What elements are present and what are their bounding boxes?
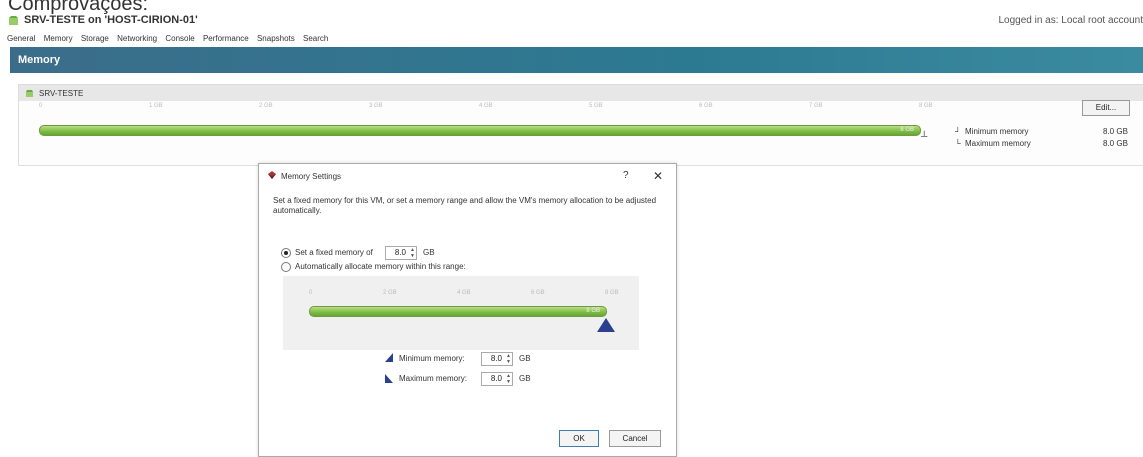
memory-scale-tick-7: 7 GB: [809, 103, 823, 109]
auto-memory-label: Automatically allocate memory within thi…: [295, 262, 466, 271]
memory-settings-icon: [268, 171, 276, 179]
spinner-arrows-icon[interactable]: ▲ ▼: [410, 247, 415, 259]
dialog-title: Memory Settings: [281, 172, 342, 181]
tab-storage[interactable]: Storage: [81, 34, 109, 43]
max-memory-label: Maximum memory:: [399, 374, 468, 383]
min-memory-legend-value: 8.0 GB: [1103, 127, 1128, 136]
memory-scale-tick-0: 0: [39, 103, 43, 109]
edit-button[interactable]: Edit...: [1082, 100, 1130, 116]
memory-scale-tick-1: 1 GB: [149, 103, 163, 109]
min-memory-legend-label: Minimum memory: [965, 127, 1029, 136]
memory-settings-dialog: Memory Settings ? ✕ Set a fixed memory f…: [258, 163, 677, 457]
memory-scale-tick-4: 4 GB: [479, 103, 493, 109]
vm-name: SRV-TESTE: [39, 89, 84, 98]
range-scale-tick-3: 6 GB: [531, 290, 545, 296]
tab-search[interactable]: Search: [303, 34, 328, 43]
memory-usage-bar: 8 GB: [39, 125, 921, 136]
memory-bar-label: 8 GB: [900, 127, 914, 133]
memory-scale-tick-2: 2 GB: [259, 103, 273, 109]
range-max-slider-icon[interactable]: [597, 318, 615, 332]
logged-in-status: Logged in as: Local root account: [998, 15, 1143, 26]
range-scale-tick-4: 8 GB: [605, 290, 619, 296]
max-memory-value: 8.0: [490, 374, 502, 383]
min-memory-label: Minimum memory:: [399, 354, 465, 363]
min-memory-legend-icon: ┘: [955, 127, 961, 136]
min-memory-spinner[interactable]: 8.0 ▲ ▼: [481, 352, 513, 366]
fixed-memory-value: 8.0: [394, 248, 406, 257]
max-memory-spinner[interactable]: 8.0 ▲ ▼: [481, 372, 513, 386]
max-memory-legend-icon: └: [955, 139, 961, 148]
window-title: SRV-TESTE on 'HOST-CIRION-01': [24, 14, 198, 26]
max-memory-unit: GB: [519, 374, 531, 383]
memory-section-title: Memory: [18, 54, 61, 66]
max-memory-marker-icon: [385, 374, 393, 383]
range-scale-tick-2: 4 GB: [457, 290, 471, 296]
tab-memory[interactable]: Memory: [44, 34, 73, 43]
memory-range-marker: ┴: [921, 131, 928, 141]
auto-memory-radio[interactable]: [281, 262, 291, 272]
memory-section-header: Memory: [10, 47, 1143, 73]
help-icon[interactable]: ?: [623, 170, 629, 181]
spinner-arrows-icon[interactable]: ▲ ▼: [506, 373, 511, 385]
memory-scale-tick-5: 5 GB: [589, 103, 603, 109]
fixed-memory-label: Set a fixed memory of: [295, 248, 373, 257]
memory-scale-tick-6: 6 GB: [699, 103, 713, 109]
vm-running-icon: [9, 16, 18, 25]
memory-range-area: 0 2 GB 4 GB 6 GB 8 GB 8 GB: [283, 276, 639, 350]
range-bar-label: 8 GB: [586, 308, 600, 314]
memory-scale-tick-8: 8 GB: [919, 103, 933, 109]
range-bar: 8 GB: [309, 306, 607, 317]
fixed-memory-unit: GB: [423, 248, 435, 257]
close-icon[interactable]: ✕: [653, 169, 663, 183]
max-memory-legend-value: 8.0 GB: [1103, 139, 1128, 148]
max-memory-legend-label: Maximum memory: [965, 139, 1031, 148]
dialog-titlebar: Memory Settings ? ✕: [259, 164, 676, 186]
memory-scale-tick-3: 3 GB: [369, 103, 383, 109]
min-memory-marker-icon: [385, 353, 393, 362]
tab-console[interactable]: Console: [165, 34, 194, 43]
dialog-description: Set a fixed memory for this VM, or set a…: [273, 196, 657, 215]
tab-performance[interactable]: Performance: [203, 34, 249, 43]
tab-general[interactable]: General: [7, 34, 35, 43]
tab-snapshots[interactable]: Snapshots: [257, 34, 295, 43]
tab-networking[interactable]: Networking: [117, 34, 157, 43]
fixed-memory-spinner[interactable]: 8.0 ▲ ▼: [385, 246, 417, 260]
range-scale-tick-0: 0: [309, 290, 313, 296]
spinner-arrows-icon[interactable]: ▲ ▼: [506, 353, 511, 365]
min-memory-value: 8.0: [490, 354, 502, 363]
fixed-memory-radio[interactable]: [281, 248, 291, 258]
vm-memory-panel: SRV-TESTE 0 1 GB 2 GB 3 GB 4 GB 5 GB 6 GB 7 GB 8…: [18, 84, 1143, 166]
tab-bar: General Memory Storage Networking Consol…: [0, 34, 1143, 46]
vm-running-icon: [26, 90, 33, 97]
vm-panel-header: SRV-TESTE: [19, 85, 1143, 101]
cancel-button[interactable]: Cancel: [609, 430, 661, 447]
window-titlebar: SRV-TESTE on 'HOST-CIRION-01' Logged in …: [0, 12, 1143, 30]
range-scale-tick-1: 2 GB: [383, 290, 397, 296]
ok-button[interactable]: OK: [559, 430, 599, 447]
min-memory-unit: GB: [519, 354, 531, 363]
